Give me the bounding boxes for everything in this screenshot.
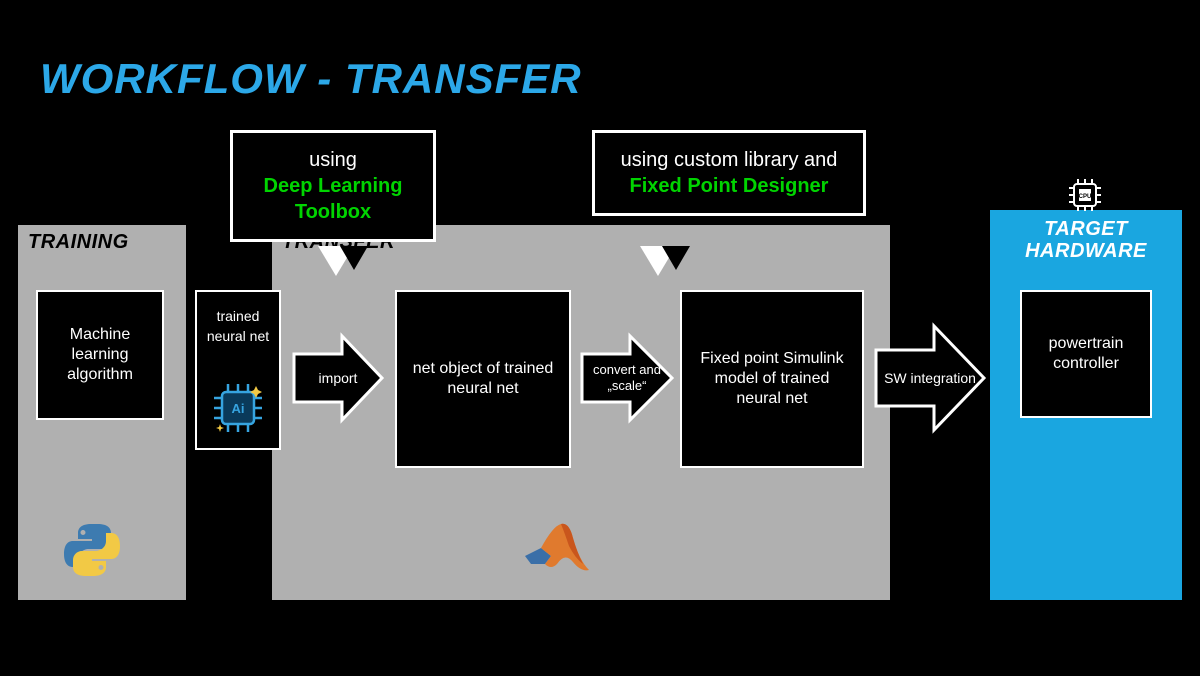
- box-net-object: net object of trained neural net: [395, 290, 571, 468]
- callout-tail-2: [640, 246, 676, 276]
- box-ml-algorithm: Machine learning algorithm: [36, 290, 164, 420]
- matlab-icon: [523, 520, 593, 575]
- ai-chip-icon: Ai: [210, 380, 266, 436]
- arrow-convert-scale: convert and „scale“: [578, 330, 676, 426]
- slide-title: WORKFLOW - TRANSFER: [40, 55, 582, 103]
- svg-text:CPU: CPU: [1079, 194, 1092, 200]
- cpu-icon: CPU: [1066, 176, 1104, 214]
- box-powertrain-controller: powertrain controller: [1020, 290, 1152, 418]
- section-training-label: TRAINING: [28, 231, 129, 254]
- svg-text:Ai: Ai: [232, 401, 245, 416]
- arrow-sw-integration: SW integration: [872, 320, 988, 436]
- callout-tail-1: [318, 246, 354, 276]
- callout-fixed-point-designer: using custom library and Fixed Point Des…: [592, 130, 866, 216]
- python-icon: [62, 520, 122, 580]
- section-target-label: TARGET HARDWARE: [990, 218, 1182, 262]
- box-fixed-point-model: Fixed point Simulink model of trained ne…: [680, 290, 864, 468]
- callout-deep-learning-toolbox: using Deep Learning Toolbox: [230, 130, 436, 242]
- arrow-import: import: [290, 330, 386, 426]
